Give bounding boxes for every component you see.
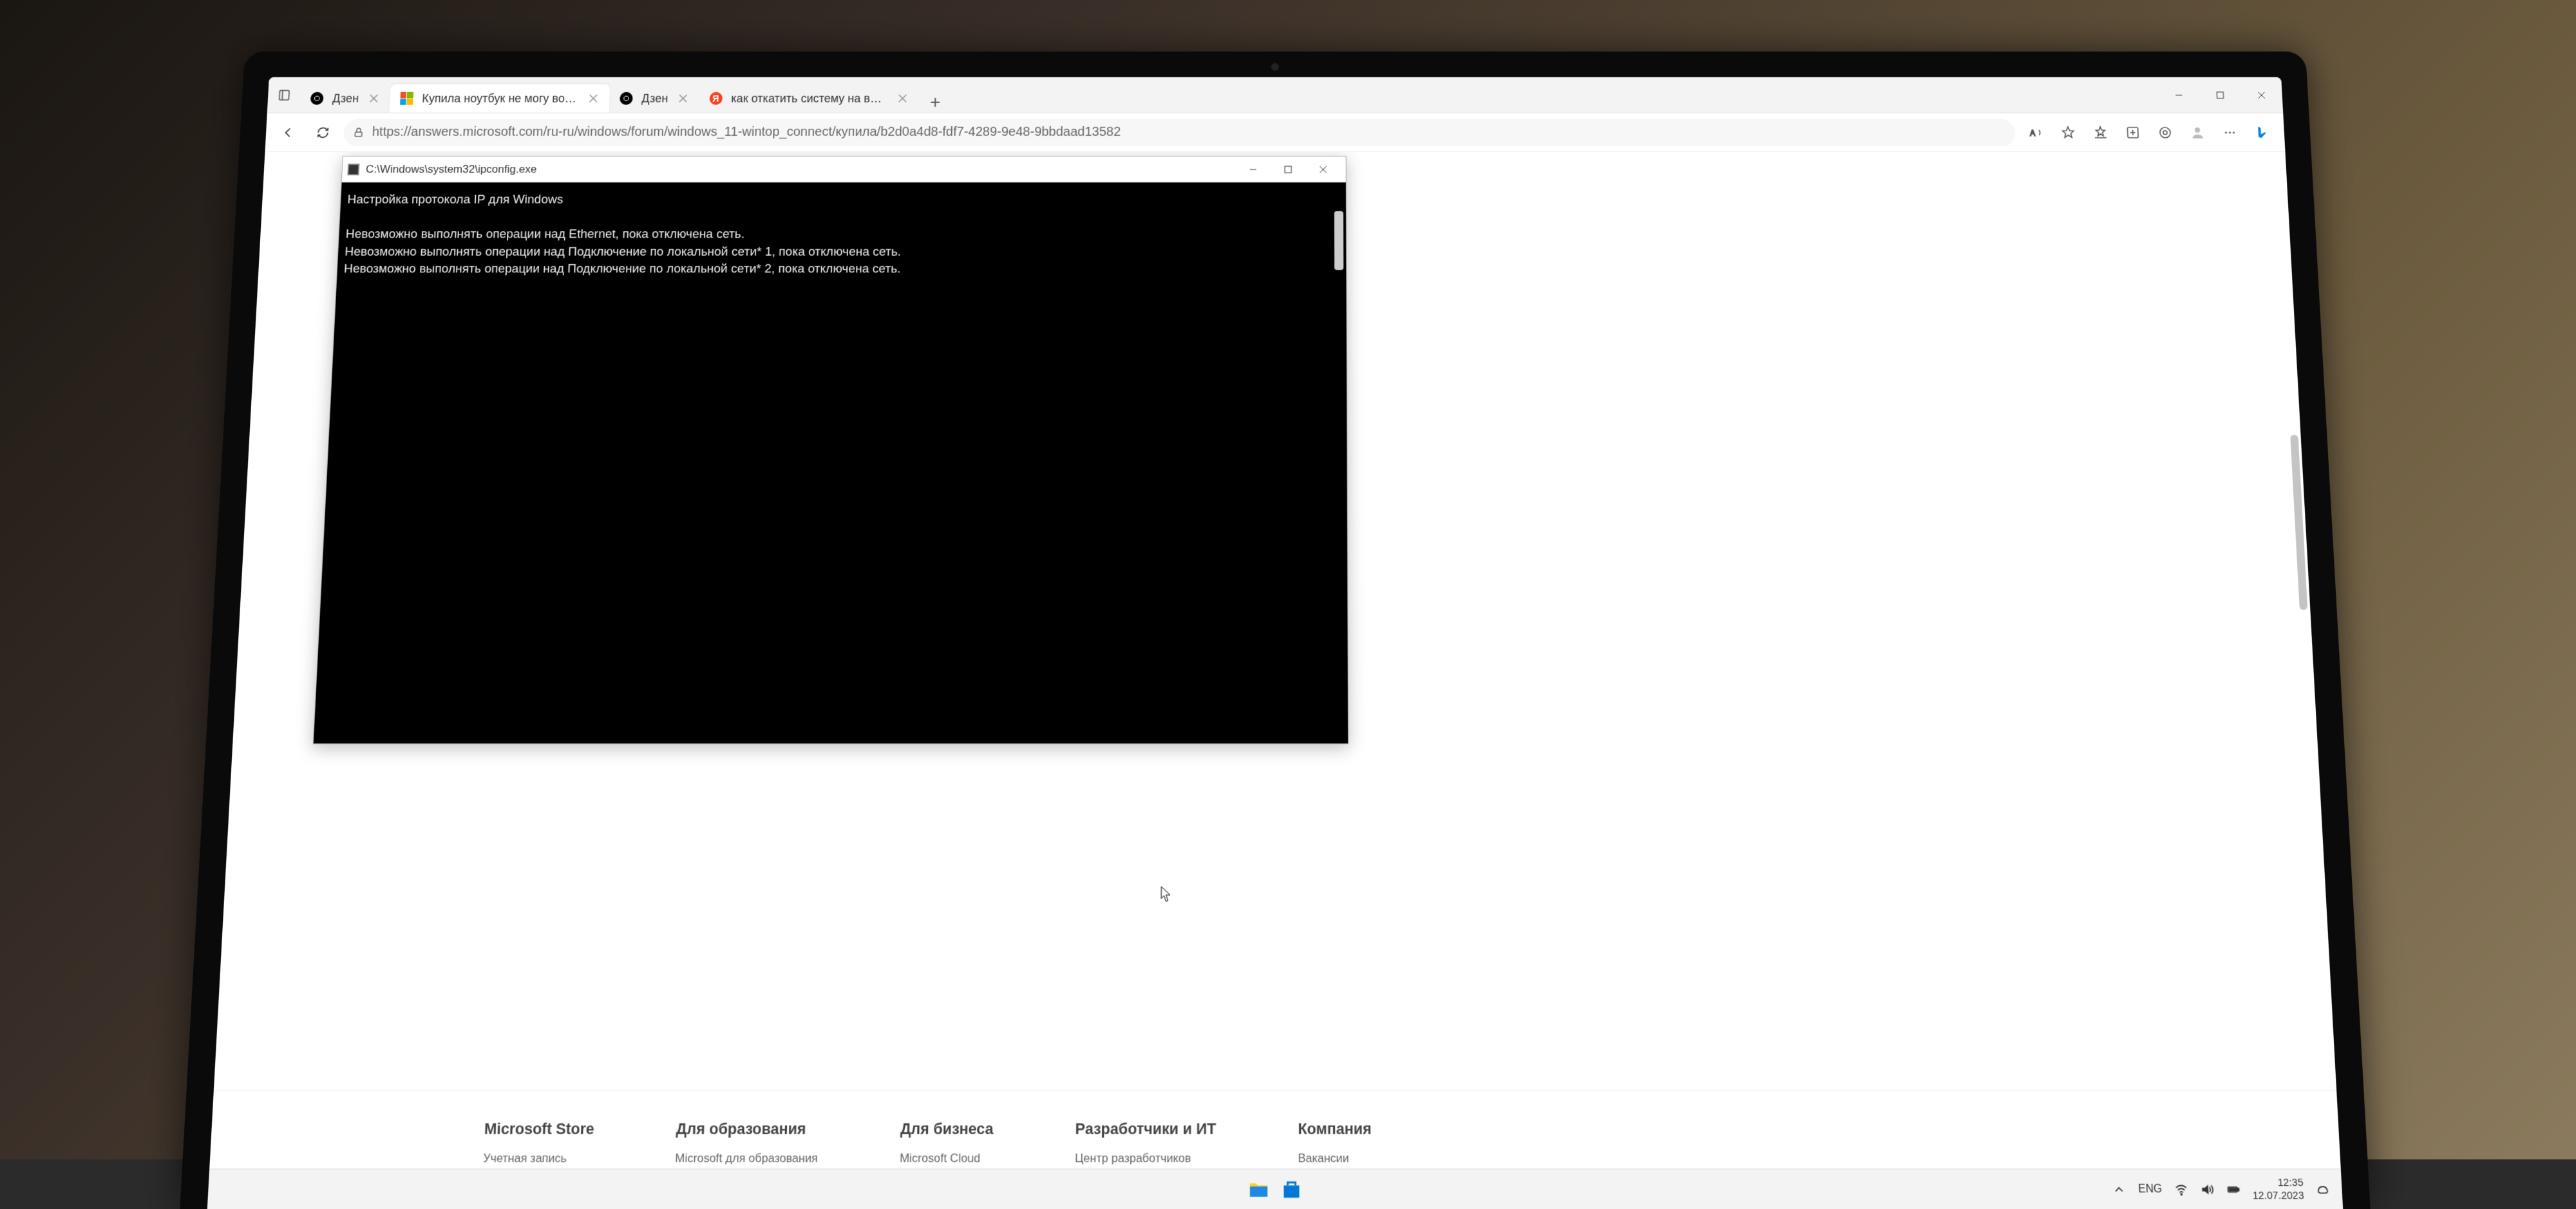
webcam bbox=[1271, 63, 1279, 71]
battery-icon[interactable] bbox=[2226, 1182, 2240, 1196]
address-bar: https://answers.microsoft.com/ru-ru/wind… bbox=[265, 113, 2285, 152]
cmd-maximize-button[interactable] bbox=[1271, 157, 1305, 182]
file-explorer-icon[interactable] bbox=[1247, 1177, 1270, 1201]
close-icon[interactable] bbox=[368, 93, 380, 104]
tab-dzen-1[interactable]: Дзен bbox=[299, 84, 390, 113]
tab-ms-answers[interactable]: Купила ноутбук не могу войти в bbox=[389, 84, 610, 113]
lock-icon bbox=[352, 126, 365, 138]
tab-title: Дзен bbox=[332, 91, 359, 105]
cmd-icon bbox=[347, 164, 359, 175]
favorites-list-button[interactable] bbox=[2086, 118, 2116, 146]
tab-title: Дзен bbox=[641, 91, 668, 105]
date-text: 12.07.2023 bbox=[2252, 1189, 2304, 1202]
read-aloud-button[interactable]: A bbox=[2021, 118, 2050, 146]
tab-actions-button[interactable] bbox=[267, 77, 301, 113]
toolbar-right: A bbox=[2021, 118, 2277, 146]
language-indicator[interactable]: ENG bbox=[2138, 1183, 2163, 1195]
cmd-scrollbar[interactable] bbox=[1334, 211, 1343, 270]
yandex-icon: Я bbox=[709, 92, 723, 105]
browser-window: Дзен Купила ноутбук не могу войти в Дзен bbox=[207, 77, 2343, 1209]
laptop-frame: Дзен Купила ноутбук не могу войти в Дзен bbox=[180, 52, 2370, 1209]
microsoft-icon bbox=[400, 92, 413, 105]
cmd-line: Невозможно выполнять операции над Подклю… bbox=[344, 262, 901, 276]
extensions-button[interactable] bbox=[2150, 118, 2180, 146]
cmd-output[interactable]: Настройка протокола IP для Windows Невоз… bbox=[314, 182, 1348, 743]
footer-heading: Компания bbox=[1298, 1119, 1444, 1138]
cmd-title: C:\Windows\system32\ipconfig.exe bbox=[366, 163, 537, 176]
page-scrollbar[interactable] bbox=[2290, 435, 2307, 610]
notifications-icon[interactable] bbox=[2316, 1182, 2330, 1196]
url-text: https://answers.microsoft.com/ru-ru/wind… bbox=[372, 125, 1121, 140]
menu-button[interactable] bbox=[2215, 118, 2244, 146]
mouse-cursor bbox=[1160, 886, 1171, 902]
store-icon[interactable] bbox=[1280, 1177, 1303, 1201]
footer-heading: Для образования bbox=[676, 1119, 819, 1138]
cmd-line: Невозможно выполнять операции над Ethern… bbox=[345, 227, 744, 241]
footer-link[interactable]: Microsoft Cloud bbox=[900, 1152, 993, 1166]
favorite-button[interactable] bbox=[2053, 118, 2083, 146]
footer-heading: Для бизнеса bbox=[900, 1119, 994, 1138]
back-button[interactable] bbox=[273, 118, 303, 146]
system-tray: ENG 12:35 12.07.2023 bbox=[2112, 1176, 2342, 1202]
maximize-button[interactable] bbox=[2199, 77, 2242, 113]
cmd-line: Настройка протокола IP для Windows bbox=[347, 193, 564, 206]
tab-dzen-2[interactable]: Дзен bbox=[609, 84, 699, 113]
close-icon[interactable] bbox=[896, 93, 908, 104]
close-button[interactable] bbox=[2240, 77, 2283, 113]
cmd-line: Невозможно выполнять операции над Подклю… bbox=[345, 245, 901, 258]
browser-titlebar: Дзен Купила ноутбук не могу войти в Дзен bbox=[267, 77, 2283, 113]
collections-button[interactable] bbox=[2118, 118, 2148, 146]
url-input[interactable]: https://answers.microsoft.com/ru-ru/wind… bbox=[343, 119, 2016, 146]
new-tab-button[interactable]: + bbox=[923, 92, 947, 113]
footer-link[interactable]: Вакансии bbox=[1298, 1152, 1444, 1166]
cmd-titlebar[interactable]: C:\Windows\system32\ipconfig.exe bbox=[342, 157, 1346, 182]
cmd-window: C:\Windows\system32\ipconfig.exe Настрой… bbox=[313, 156, 1349, 744]
page-content: C:\Windows\system32\ipconfig.exe Настрой… bbox=[207, 152, 2343, 1209]
taskbar-center bbox=[1247, 1177, 1303, 1201]
laptop-screen: Дзен Купила ноутбук не могу войти в Дзен bbox=[207, 77, 2343, 1209]
cmd-line bbox=[346, 210, 347, 224]
tab-yandex-rollback[interactable]: Я как откатить систему на виндов bbox=[699, 84, 919, 113]
cmd-close-button[interactable] bbox=[1305, 157, 1340, 182]
footer-heading: Microsoft Store bbox=[484, 1119, 594, 1138]
chevron-up-icon[interactable] bbox=[2112, 1182, 2126, 1196]
volume-icon[interactable] bbox=[2200, 1182, 2214, 1196]
browser-window-controls bbox=[2157, 77, 2283, 113]
cmd-minimize-button[interactable] bbox=[1236, 157, 1271, 182]
windows-taskbar: ENG 12:35 12.07.2023 bbox=[207, 1168, 2343, 1209]
tab-title: как откатить систему на виндов bbox=[731, 91, 887, 105]
wifi-icon[interactable] bbox=[2174, 1182, 2188, 1196]
dzen-icon bbox=[620, 92, 633, 105]
time-text: 12:35 bbox=[2251, 1176, 2304, 1189]
tabs-container: Дзен Купила ноутбук не могу войти в Дзен bbox=[299, 77, 2159, 113]
refresh-button[interactable] bbox=[308, 118, 337, 146]
svg-text:A: A bbox=[2030, 128, 2036, 137]
clock[interactable]: 12:35 12.07.2023 bbox=[2251, 1176, 2304, 1202]
bing-button[interactable] bbox=[2247, 118, 2277, 146]
dzen-icon bbox=[310, 92, 324, 105]
minimize-button[interactable] bbox=[2157, 77, 2201, 113]
profile-button[interactable] bbox=[2183, 118, 2212, 146]
footer-link[interactable]: Учетная запись bbox=[483, 1152, 594, 1166]
footer-link[interactable]: Microsoft для образования bbox=[675, 1152, 818, 1166]
close-icon[interactable] bbox=[587, 93, 600, 104]
footer-heading: Разработчики и ИТ bbox=[1075, 1119, 1216, 1138]
footer-link[interactable]: Центр разработчиков bbox=[1075, 1152, 1216, 1166]
close-icon[interactable] bbox=[677, 93, 689, 104]
tab-title: Купила ноутбук не могу войти в bbox=[422, 91, 578, 105]
